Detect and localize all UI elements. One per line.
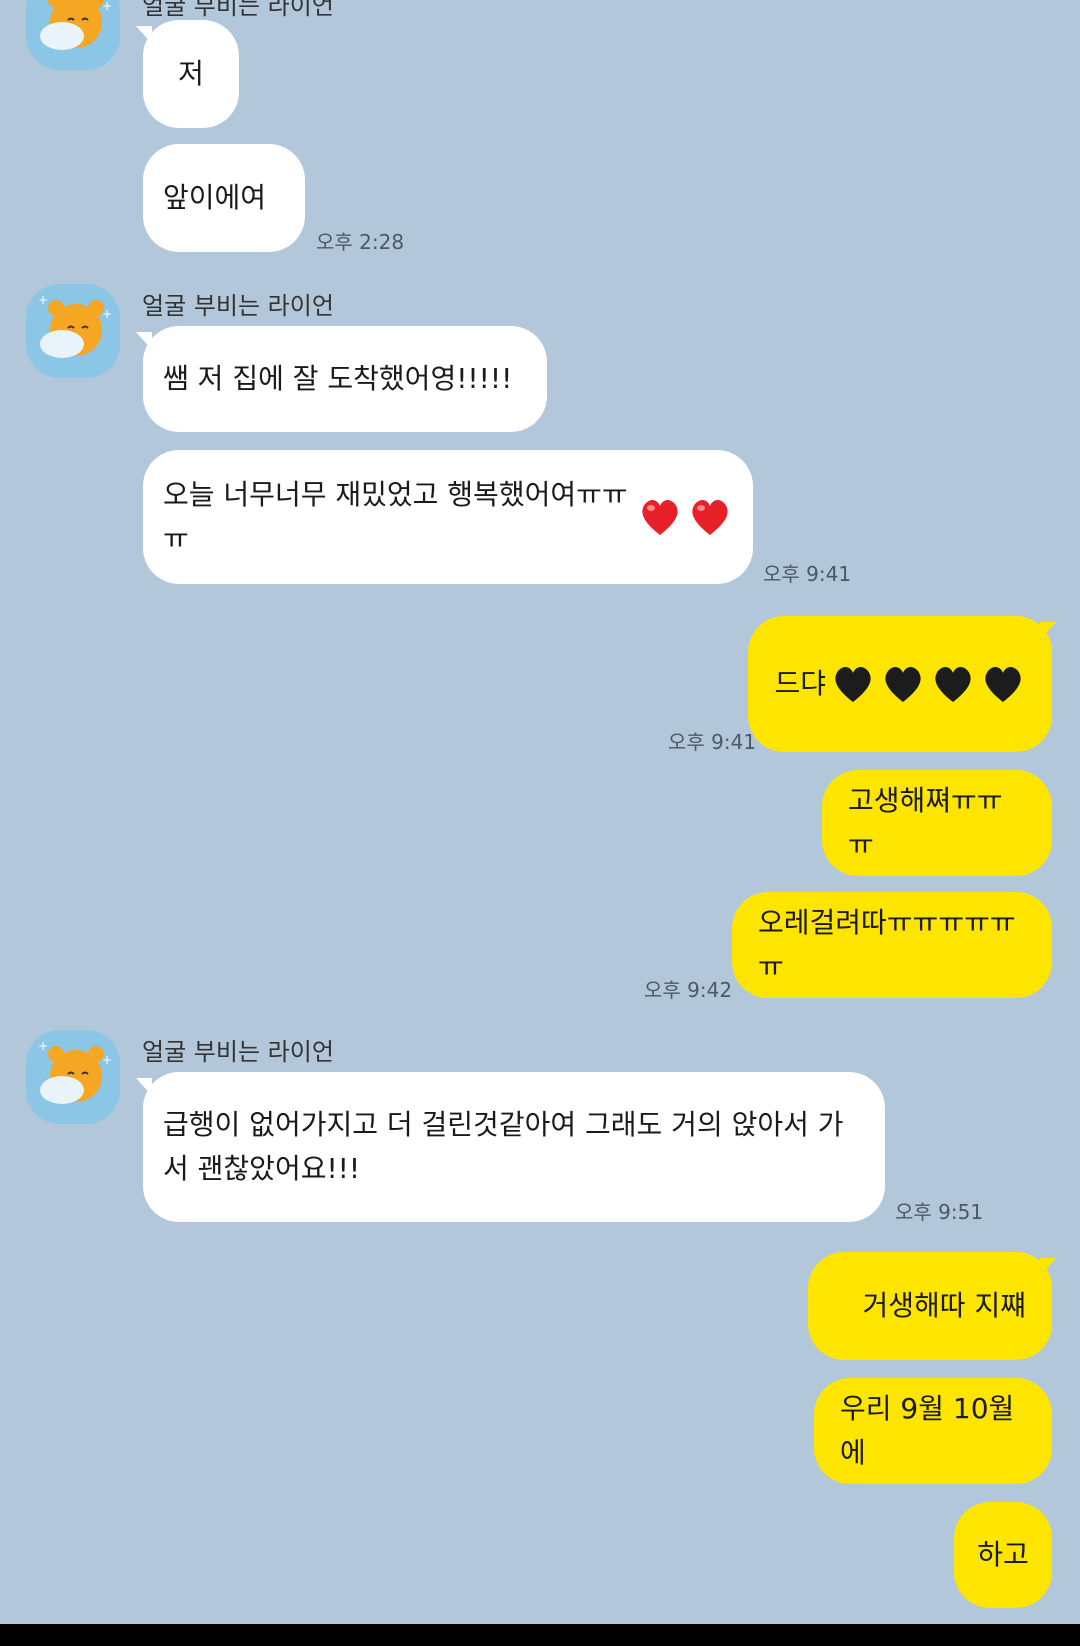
svg-text:+: + (102, 307, 112, 321)
sender-avatar[interactable]: + + (26, 284, 120, 378)
system-navigation-bar (0, 1624, 1080, 1646)
message-timestamp: 오후 9:51 (895, 1200, 984, 1224)
black-heart-emoji (880, 661, 926, 707)
message-text: 앞이에여 (163, 181, 267, 214)
svg-text:+: + (38, 293, 48, 307)
ryan-character-icon: + + (26, 284, 120, 378)
red-heart-emoji (637, 494, 683, 540)
svg-text:+: + (38, 1039, 48, 1053)
ryan-character-icon: + + (26, 1030, 120, 1124)
incoming-message[interactable]: 앞이에여 (143, 144, 305, 252)
message-timestamp: 오후 9:41 (763, 562, 852, 586)
svg-text:+: + (102, 1053, 112, 1067)
outgoing-message[interactable]: 거생해따 지쨰 (808, 1252, 1052, 1360)
sender-name: 얼굴 부비는 라이언 (142, 292, 334, 320)
message-text: 쌤 저 집에 잘 도착했어영!!!!! (163, 362, 513, 395)
svg-text:+: + (102, 0, 112, 13)
incoming-message[interactable]: 쌤 저 집에 잘 도착했어영!!!!! (143, 326, 547, 432)
red-heart-emoji (687, 494, 733, 540)
outgoing-message[interactable]: 고생해쪄ㅠㅠㅠ (822, 770, 1052, 876)
sender-avatar[interactable]: + + (26, 1030, 120, 1124)
black-heart-emoji (830, 661, 876, 707)
sender-name: 얼굴 부비는 라이언 (142, 0, 334, 20)
outgoing-message[interactable]: 하고 (954, 1502, 1052, 1608)
incoming-message[interactable]: 오늘 너무너무 재밌었고 행복했어여ㅠㅠㅠ (143, 450, 753, 584)
message-text: 고생해쪄ㅠㅠㅠ (848, 784, 1003, 861)
message-text-line-1: 급행이 없어가지고 더 걸린것같아여 그래도 거의 앉아서 가 (163, 1108, 844, 1141)
message-text: 오레걸려따ㅠㅠㅠㅠㅠㅠ (758, 906, 1016, 983)
sender-avatar[interactable]: + + (26, 0, 120, 70)
sender-name: 얼굴 부비는 라이언 (142, 1038, 334, 1066)
outgoing-message[interactable]: 오레걸려따ㅠㅠㅠㅠㅠㅠ (732, 892, 1052, 998)
black-heart-emoji (930, 661, 976, 707)
message-text: 하고 (977, 1538, 1029, 1571)
message-text: 드댜 (774, 667, 826, 700)
message-timestamp: 오후 9:42 (644, 978, 733, 1002)
outgoing-message[interactable]: 우리 9월 10월에 (814, 1378, 1052, 1484)
message-text: 저 (178, 57, 204, 90)
incoming-message[interactable]: 저 (143, 20, 239, 128)
message-text: 거생해따 지쨰 (862, 1289, 1026, 1322)
ryan-character-icon: + + (26, 0, 120, 70)
message-text: 오늘 너무너무 재밌었고 행복했어여ㅠㅠㅠ (163, 478, 628, 555)
incoming-message[interactable]: 급행이 없어가지고 더 걸린것같아여 그래도 거의 앉아서 가 서 괜찮았어요!… (143, 1072, 885, 1222)
message-timestamp: 오후 9:41 (668, 730, 757, 754)
outgoing-message[interactable]: 드댜 (748, 616, 1052, 752)
message-text: 우리 9월 10월에 (840, 1392, 1015, 1469)
message-timestamp: 오후 2:28 (316, 230, 405, 254)
chat-room[interactable]: + + 얼굴 부비는 라이언 저 앞이에여 오후 2:28 + + 얼굴 부비는… (0, 0, 1080, 1624)
message-text-line-2: 서 괜찮았어요!!! (163, 1152, 361, 1185)
black-heart-emoji (980, 661, 1026, 707)
